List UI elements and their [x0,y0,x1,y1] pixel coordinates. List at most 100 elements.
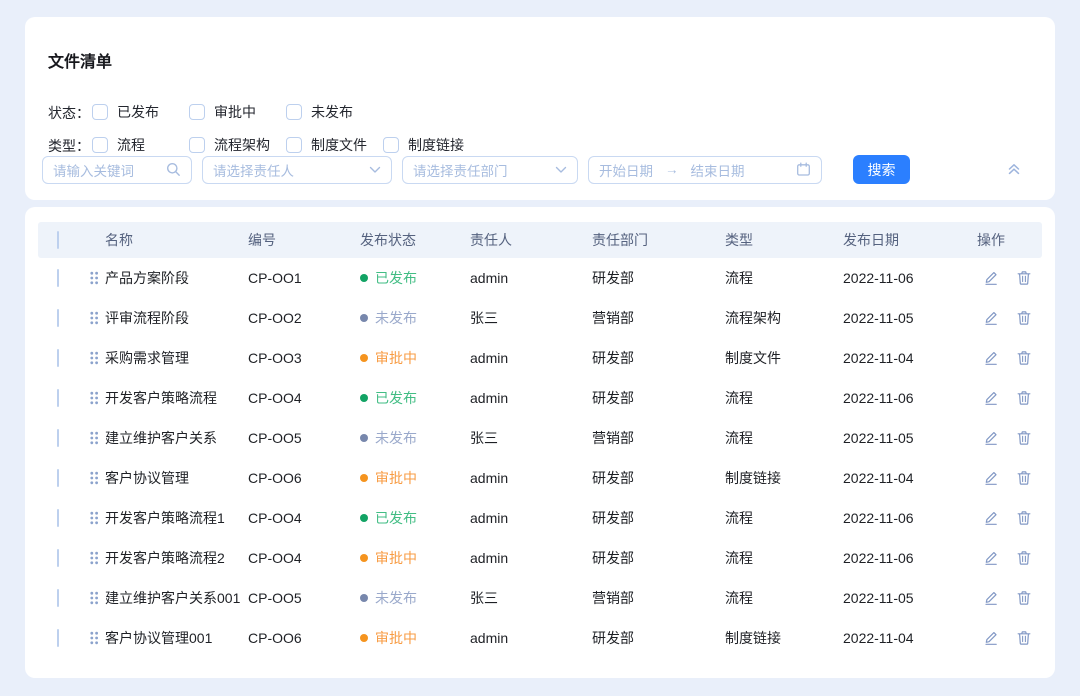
delete-button[interactable] [1016,510,1032,526]
row-select-cell [38,510,88,526]
file-code: CP-OO3 [248,350,360,366]
checkbox[interactable] [92,137,108,153]
file-name: 客户协议管理 [105,468,189,488]
date-range-arrow-icon: → [665,162,679,177]
file-name: 客户协议管理001 [105,628,212,648]
edit-button[interactable] [983,310,999,326]
checkbox[interactable] [383,137,399,153]
file-type: 流程 [725,588,843,608]
table-row: 客户协议管理 CP-OO6 审批中 admin 研发部 制度链接 2022-11… [38,458,1042,498]
file-name: 建立维护客户关系 [105,428,217,448]
delete-button[interactable] [1016,430,1032,446]
start-date-placeholder: 开始日期 [599,160,653,180]
row-checkbox[interactable] [57,549,59,567]
page-title: 文件清单 [48,48,112,72]
row-checkbox[interactable] [57,629,59,647]
file-name: 开发客户策略流程2 [105,548,225,568]
edit-button[interactable] [983,630,999,646]
filter-checkbox-option[interactable]: 制度链接 [383,135,480,155]
select-all-checkbox[interactable] [57,231,59,249]
date-range-input[interactable]: 开始日期 → 结束日期 [588,156,822,184]
table-row: 评审流程阶段 CP-OO2 未发布 张三 营销部 流程架构 2022-11-05 [38,298,1042,338]
filter-checkbox-option[interactable]: 审批中 [189,102,286,122]
keyword-search-input[interactable]: 请输入关键词 [42,156,192,184]
owner-select[interactable]: 请选择责任人 [202,156,392,184]
row-select-cell [38,270,88,286]
edit-button[interactable] [983,510,999,526]
actions-cell [977,430,1042,446]
file-list-panel: 名称编号发布状态责任人责任部门类型发布日期操作 产品方案阶段 CP-OO1 已发… [25,207,1055,678]
collapse-panel-button[interactable] [1005,160,1023,178]
owner: admin [470,550,592,566]
filter-checkbox-option[interactable]: 流程架构 [189,135,286,155]
chevron-down-icon [555,166,567,174]
publish-date: 2022-11-06 [843,510,977,526]
checkbox[interactable] [286,137,302,153]
department: 研发部 [592,468,725,488]
search-button[interactable]: 搜索 [853,155,910,184]
edit-button[interactable] [983,590,999,606]
filter-checkbox-option[interactable]: 流程 [92,135,189,155]
checkbox-label: 制度文件 [311,135,367,155]
drag-handle-icon[interactable] [88,511,100,525]
name-cell: 建立维护客户关系001 [88,588,248,608]
filter-checkbox-option[interactable]: 未发布 [286,102,383,122]
drag-handle-icon[interactable] [88,551,100,565]
edit-button[interactable] [983,470,999,486]
delete-button[interactable] [1016,590,1032,606]
delete-button[interactable] [1016,270,1032,286]
row-checkbox[interactable] [57,269,59,287]
row-checkbox[interactable] [57,309,59,327]
publish-status: 未发布 [360,308,470,328]
filter-checkbox-option[interactable]: 已发布 [92,102,189,122]
owner: admin [470,270,592,286]
delete-button[interactable] [1016,390,1032,406]
department: 研发部 [592,388,725,408]
row-checkbox[interactable] [57,509,59,527]
drag-handle-icon[interactable] [88,351,100,365]
drag-handle-icon[interactable] [88,471,100,485]
checkbox[interactable] [189,137,205,153]
status-text: 未发布 [375,308,417,328]
name-cell: 客户协议管理001 [88,628,248,648]
row-checkbox[interactable] [57,469,59,487]
edit-button[interactable] [983,430,999,446]
delete-button[interactable] [1016,310,1032,326]
drag-handle-icon[interactable] [88,271,100,285]
file-type: 制度链接 [725,468,843,488]
drag-handle-icon[interactable] [88,431,100,445]
row-checkbox[interactable] [57,589,59,607]
checkbox[interactable] [189,104,205,120]
search-icon [166,162,181,177]
edit-button[interactable] [983,390,999,406]
filter-checkbox-option[interactable]: 制度文件 [286,135,383,155]
row-checkbox[interactable] [57,349,59,367]
owner: 张三 [470,428,592,448]
type-options-group: 流程 流程架构 制度文件 制度链接 [92,135,480,156]
table-row: 客户协议管理001 CP-OO6 审批中 admin 研发部 制度链接 2022… [38,618,1042,658]
actions-cell [977,470,1042,486]
publish-date: 2022-11-06 [843,270,977,286]
checkbox[interactable] [286,104,302,120]
department-select[interactable]: 请选择责任部门 [402,156,578,184]
checkbox[interactable] [92,104,108,120]
delete-button[interactable] [1016,550,1032,566]
row-checkbox[interactable] [57,389,59,407]
delete-button[interactable] [1016,630,1032,646]
edit-button[interactable] [983,350,999,366]
status-text: 未发布 [375,588,417,608]
delete-button[interactable] [1016,350,1032,366]
drag-handle-icon[interactable] [88,311,100,325]
status-text: 审批中 [375,548,417,568]
department: 营销部 [592,428,725,448]
actions-cell [977,630,1042,646]
row-select-cell [38,390,88,406]
edit-button[interactable] [983,550,999,566]
owner: admin [470,390,592,406]
delete-button[interactable] [1016,470,1032,486]
drag-handle-icon[interactable] [88,591,100,605]
drag-handle-icon[interactable] [88,631,100,645]
edit-button[interactable] [983,270,999,286]
drag-handle-icon[interactable] [88,391,100,405]
row-checkbox[interactable] [57,429,59,447]
